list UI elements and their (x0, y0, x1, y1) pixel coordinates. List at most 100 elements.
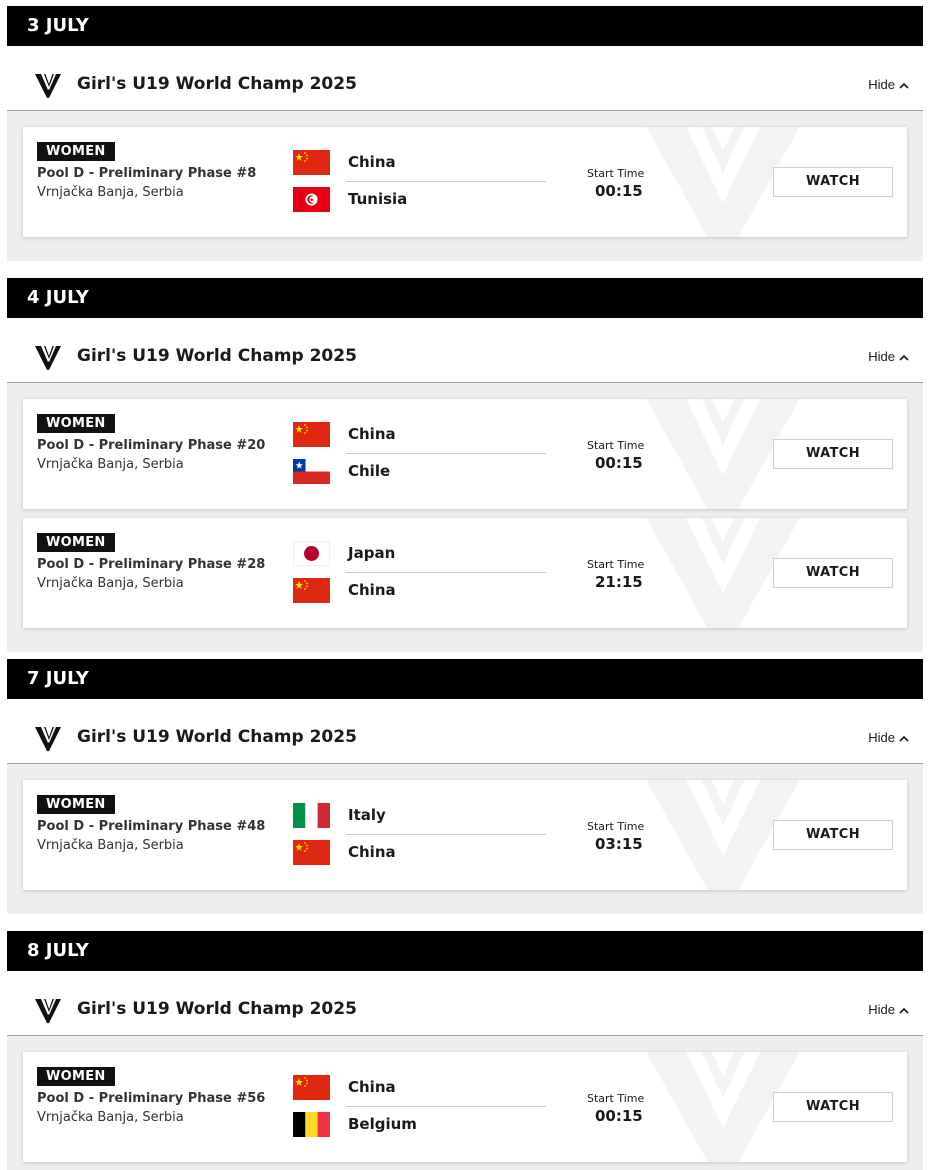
flag-china-icon (293, 577, 330, 603)
flag-china-icon (293, 149, 330, 175)
match-card: WOMEN Pool D - Preliminary Phase #28 Vrn… (23, 518, 907, 628)
hide-label: Hide (868, 349, 895, 364)
team-home: China (293, 421, 396, 447)
team-name: Belgium (348, 1115, 417, 1133)
hide-toggle[interactable]: Hide (868, 711, 909, 764)
watch-button[interactable]: WATCH (773, 820, 893, 850)
gender-badge: WOMEN (37, 795, 115, 814)
team-name: Japan (348, 544, 396, 562)
day-section: 3 JULY Girl's U19 World Champ 2025 Hide … (7, 6, 923, 261)
chevron-up-icon (899, 58, 909, 111)
day-section: 4 JULY Girl's U19 World Champ 2025 Hide … (7, 278, 923, 652)
team-away: Belgium (293, 1111, 417, 1137)
start-time-value: 00:15 (595, 1107, 643, 1125)
watch-button[interactable]: WATCH (773, 558, 893, 588)
match-phase: Pool D - Preliminary Phase #20 (37, 438, 266, 453)
day-body: Girl's U19 World Champ 2025 Hide WOMEN P… (7, 983, 923, 1170)
match-venue: Vrnjačka Banja, Serbia (37, 185, 184, 200)
team-divider (346, 1106, 546, 1107)
day-body: Girl's U19 World Champ 2025 Hide WOMEN P… (7, 711, 923, 914)
vnl-logo-icon (33, 723, 63, 753)
flag-china-icon (293, 839, 330, 865)
match-venue: Vrnjačka Banja, Serbia (37, 838, 184, 853)
gender-badge: WOMEN (37, 533, 115, 552)
team-name: Tunisia (348, 190, 408, 208)
match-card: WOMEN Pool D - Preliminary Phase #56 Vrn… (23, 1052, 907, 1162)
competition-bar: Girl's U19 World Champ 2025 Hide (7, 711, 923, 764)
team-name: China (348, 425, 396, 443)
hide-label: Hide (868, 1002, 895, 1017)
day-header: 4 JULY (7, 278, 923, 318)
start-time-label: Start Time (587, 1092, 645, 1105)
match-phase: Pool D - Preliminary Phase #28 (37, 557, 266, 572)
team-name: China (348, 1078, 396, 1096)
day-section: 7 JULY Girl's U19 World Champ 2025 Hide … (7, 659, 923, 914)
hide-label: Hide (868, 730, 895, 745)
day-header: 8 JULY (7, 931, 923, 971)
competition-bar: Girl's U19 World Champ 2025 Hide (7, 330, 923, 383)
team-name: China (348, 581, 396, 599)
chevron-up-icon (899, 711, 909, 764)
start-time-label: Start Time (587, 439, 645, 452)
flag-tunisia-icon (293, 186, 330, 212)
hide-toggle[interactable]: Hide (868, 58, 909, 111)
vnl-logo-icon (33, 342, 63, 372)
start-time-value: 03:15 (595, 835, 643, 853)
team-home: China (293, 149, 396, 175)
flag-china-icon (293, 421, 330, 447)
team-away: China (293, 577, 396, 603)
watch-button[interactable]: WATCH (773, 167, 893, 197)
hide-toggle[interactable]: Hide (868, 330, 909, 383)
match-card: WOMEN Pool D - Preliminary Phase #20 Vrn… (23, 399, 907, 509)
watch-button[interactable]: WATCH (773, 439, 893, 469)
team-home: Italy (293, 802, 386, 828)
start-time-value: 00:15 (595, 182, 643, 200)
day-header: 3 JULY (7, 6, 923, 46)
team-away: Tunisia (293, 186, 407, 212)
start-time-value: 21:15 (595, 573, 643, 591)
match-venue: Vrnjačka Banja, Serbia (37, 457, 184, 472)
team-away: Chile (293, 458, 390, 484)
hide-label: Hide (868, 77, 895, 92)
match-venue: Vrnjačka Banja, Serbia (37, 576, 184, 591)
team-divider (346, 453, 546, 454)
team-name: China (348, 843, 396, 861)
day-header: 7 JULY (7, 659, 923, 699)
flag-china-icon (293, 1074, 330, 1100)
team-divider (346, 572, 546, 573)
start-time-label: Start Time (587, 167, 645, 180)
team-name: Chile (348, 462, 391, 480)
competition-title: Girl's U19 World Champ 2025 (77, 727, 357, 747)
match-card: WOMEN Pool D - Preliminary Phase #8 Vrnj… (23, 127, 907, 237)
team-divider (346, 181, 546, 182)
flag-chile-icon (293, 458, 330, 484)
competition-bar: Girl's U19 World Champ 2025 Hide (7, 58, 923, 111)
day-body: Girl's U19 World Champ 2025 Hide WOMEN P… (7, 58, 923, 261)
competition-title: Girl's U19 World Champ 2025 (77, 346, 357, 366)
match-card: WOMEN Pool D - Preliminary Phase #48 Vrn… (23, 780, 907, 890)
team-divider (346, 834, 546, 835)
hide-toggle[interactable]: Hide (868, 983, 909, 1036)
match-phase: Pool D - Preliminary Phase #8 (37, 166, 257, 181)
flag-belgium-icon (293, 1111, 330, 1137)
vnl-logo-icon (33, 70, 63, 100)
flag-japan-icon (293, 540, 330, 566)
start-time-label: Start Time (587, 820, 645, 833)
team-home: China (293, 1074, 396, 1100)
team-home: Japan (293, 540, 395, 566)
chevron-up-icon (899, 983, 909, 1036)
match-phase: Pool D - Preliminary Phase #48 (37, 819, 266, 834)
flag-italy-icon (293, 802, 330, 828)
competition-bar: Girl's U19 World Champ 2025 Hide (7, 983, 923, 1036)
day-section: 8 JULY Girl's U19 World Champ 2025 Hide … (7, 931, 923, 1170)
gender-badge: WOMEN (37, 414, 115, 433)
gender-badge: WOMEN (37, 1067, 115, 1086)
competition-title: Girl's U19 World Champ 2025 (77, 74, 357, 94)
team-name: China (348, 153, 396, 171)
match-phase: Pool D - Preliminary Phase #56 (37, 1091, 266, 1106)
start-time-value: 00:15 (595, 454, 643, 472)
day-body: Girl's U19 World Champ 2025 Hide WOMEN P… (7, 330, 923, 652)
team-away: China (293, 839, 396, 865)
watch-button[interactable]: WATCH (773, 1092, 893, 1122)
start-time-label: Start Time (587, 558, 645, 571)
